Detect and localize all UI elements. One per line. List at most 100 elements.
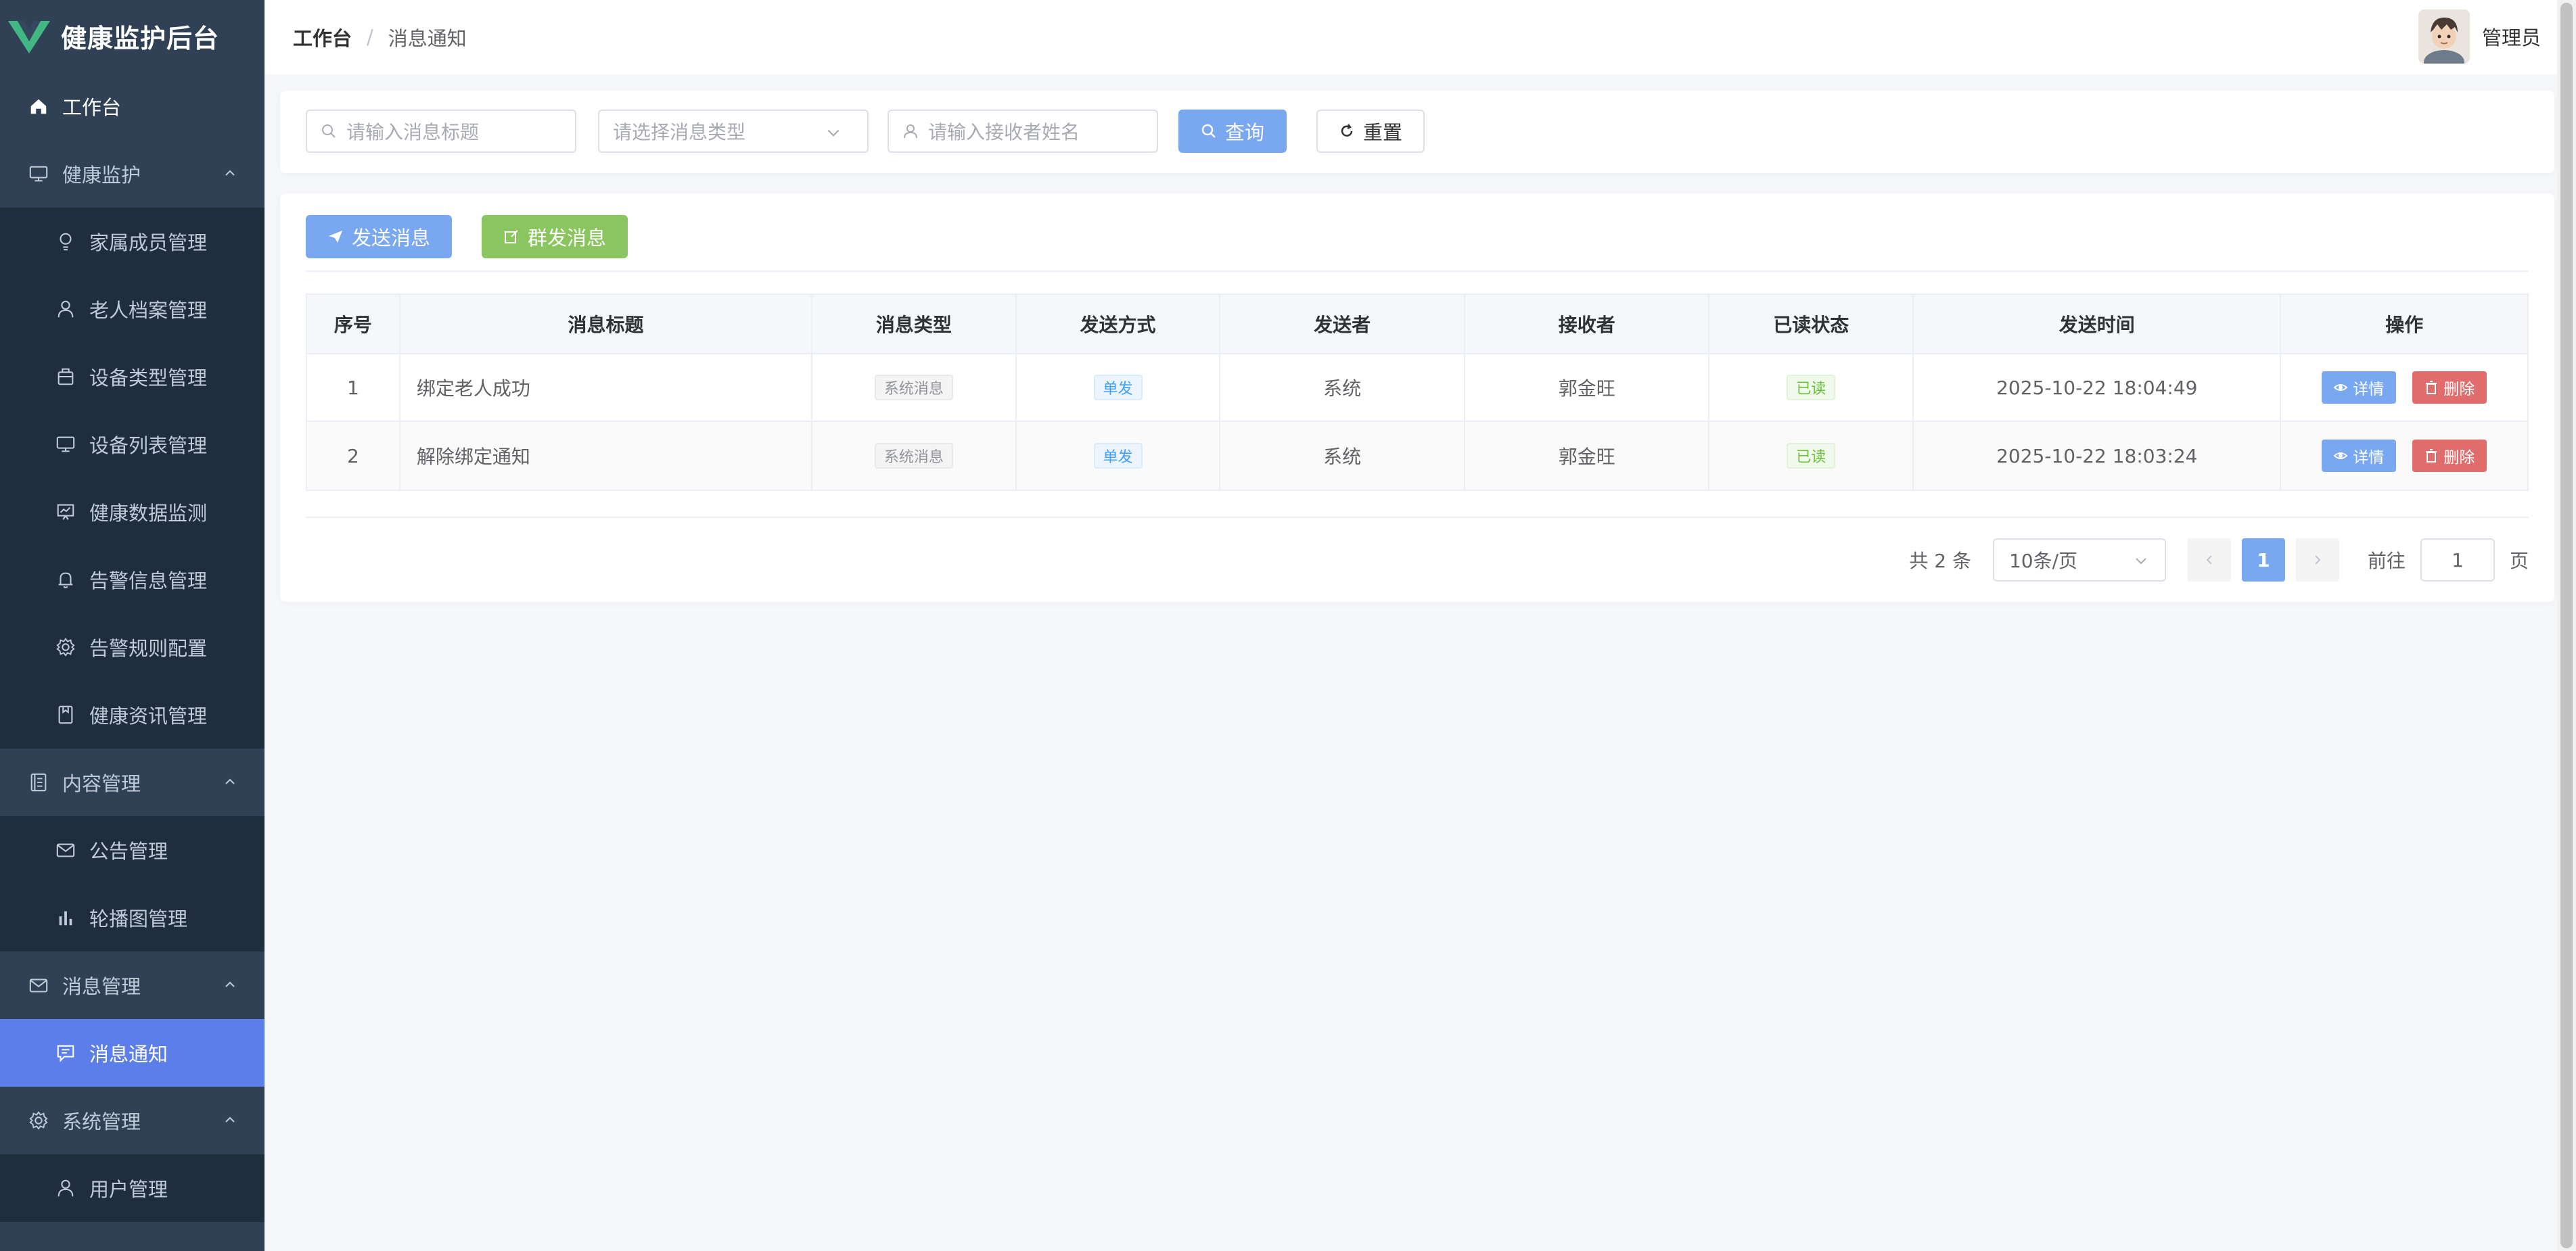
title-search-input[interactable]: 请输入消息标题 (306, 110, 576, 153)
delete-button[interactable]: 删除 (2412, 440, 2487, 472)
message-table: 序号 消息标题 消息类型 发送方式 发送者 接收者 已读状态 发送时间 操作 1… (306, 293, 2529, 491)
avatar[interactable] (2418, 9, 2470, 64)
sidebar-item-4[interactable]: 设备类型管理 (0, 343, 264, 410)
pagination-total: 共 2 条 (1909, 550, 1971, 572)
column-header: 发送者 (1220, 295, 1465, 353)
column-header: 消息类型 (812, 295, 1017, 353)
receiver-search-input[interactable]: 请输入接收者姓名 (888, 110, 1158, 153)
sidebar-item-label: 内容管理 (62, 772, 141, 795)
logo: 健康监护后台 (0, 0, 264, 72)
sidebar-item-15[interactable]: 系统管理 (0, 1087, 264, 1154)
sidebar-item-1[interactable]: 健康监护 (0, 140, 264, 208)
user-menu[interactable]: 管理员 (2418, 9, 2541, 64)
sidebar-item-label: 轮播图管理 (89, 907, 188, 930)
scrollbar-thumb[interactable] (2560, 3, 2573, 1248)
pagination: 共 2 条 10条/页 1 前往 1 页 (1909, 538, 2529, 582)
sidebar-item-14[interactable]: 消息通知 (0, 1019, 264, 1087)
breadcrumb-home[interactable]: 工作台 (293, 23, 352, 51)
sidebar-item-label: 老人档案管理 (89, 299, 208, 322)
query-button[interactable]: 查询 (1178, 110, 1287, 153)
sidebar-item-3[interactable]: 老人档案管理 (0, 275, 264, 343)
refresh-icon (1341, 124, 1353, 137)
detail-button[interactable]: 详情 (2322, 371, 2397, 404)
cell-receiver: 郭金旺 (1465, 354, 1710, 421)
sidebar-item-8[interactable]: 告警规则配置 (0, 613, 264, 681)
sidebar-item-10[interactable]: 内容管理 (0, 749, 264, 816)
sidebar-item-label: 健康数据监测 (89, 502, 208, 525)
goto-page-input[interactable]: 1 (2420, 538, 2495, 582)
message-type-select[interactable]: 请选择消息类型 (598, 110, 869, 153)
search-icon (322, 124, 336, 138)
cell-type: 系统消息 (812, 354, 1017, 421)
column-header: 序号 (307, 295, 400, 353)
table-row[interactable]: 1 绑定老人成功 系统消息 单发 系统 郭金旺 已读 2025-10-22 18… (307, 354, 2527, 422)
title-search-placeholder: 请输入消息标题 (346, 121, 480, 143)
cell-actions: 详情 删除 (2281, 354, 2527, 421)
sidebar-item-label: 告警规则配置 (89, 637, 208, 660)
send-message-label: 发送消息 (351, 227, 430, 250)
sidebar-item-11[interactable]: 公告管理 (0, 816, 264, 884)
table-divider (306, 517, 2529, 518)
cell-read-status: 已读 (1709, 354, 1914, 421)
chevron-left-icon (2206, 555, 2212, 565)
message-list-panel: 发送消息 群发消息 序号 消息标题 消息类型 发送方式 发送者 接收者 已读状态… (280, 193, 2554, 602)
page-number-button[interactable]: 1 (2241, 538, 2285, 582)
sidebar-item-0[interactable]: 工作台 (0, 72, 264, 140)
column-header: 已读状态 (1709, 295, 1914, 353)
broadcast-message-label: 群发消息 (527, 227, 606, 250)
sidebar-item-label: 用户管理 (89, 1178, 168, 1201)
type-tag: 系统消息 (874, 375, 953, 400)
bell-icon (54, 568, 77, 591)
detail-button[interactable]: 详情 (2322, 440, 2397, 472)
search-panel: 请输入消息标题 请选择消息类型 请输入接收者姓名 查询 重置 (280, 91, 2554, 173)
sidebar-item-12[interactable]: 轮播图管理 (0, 884, 264, 951)
column-header: 消息标题 (400, 295, 813, 353)
sidebar-item-13[interactable]: 消息管理 (0, 951, 264, 1019)
sidebar-item-6[interactable]: 健康数据监测 (0, 478, 264, 546)
chevron-up-icon (225, 1116, 235, 1123)
next-page-button[interactable] (2295, 538, 2339, 582)
method-tag: 单发 (1093, 375, 1143, 400)
toolbar-divider (306, 270, 2529, 272)
query-label: 查询 (1224, 121, 1264, 144)
eye-icon (2334, 452, 2348, 459)
sidebar-menu: 工作台健康监护 家属成员管理老人档案管理 设备类型管理设备列表管理健康数据监测告警信… (0, 72, 264, 1222)
send-message-button[interactable]: 发送消息 (306, 215, 452, 258)
type-tag: 系统消息 (874, 443, 953, 469)
sidebar-item-label: 设备类型管理 (89, 367, 208, 390)
sidebar-item-5[interactable]: 设备列表管理 (0, 410, 264, 478)
breadcrumb-current: 消息通知 (388, 27, 467, 50)
monitor-icon (54, 433, 77, 456)
cell-actions: 详情 删除 (2281, 422, 2527, 490)
table-row[interactable]: 2 解除绑定通知 系统消息 单发 系统 郭金旺 已读 2025-10-22 18… (307, 422, 2527, 490)
sidebar-item-7[interactable]: 告警信息管理 (0, 546, 264, 613)
reset-button[interactable]: 重置 (1316, 110, 1425, 153)
chevron-down-icon (827, 129, 840, 137)
sidebar-item-label: 系统管理 (62, 1110, 141, 1133)
cell-index: 1 (307, 354, 400, 421)
chevron-right-icon (2315, 555, 2321, 565)
delete-button[interactable]: 删除 (2412, 371, 2487, 404)
search-icon (1201, 124, 1216, 138)
sidebar-item-16[interactable]: 用户管理 (0, 1154, 264, 1222)
delete-label: 删除 (2443, 449, 2475, 467)
top-header: 工作台 / 消息通知 管理员 (264, 0, 2576, 74)
chevron-down-icon (2136, 558, 2146, 565)
cell-time: 2025-10-22 18:03:24 (1914, 422, 2282, 490)
sidebar-item-label: 工作台 (62, 96, 122, 119)
page-size-select[interactable]: 10条/页 (1992, 538, 2166, 582)
sidebar-item-9[interactable]: 健康资讯管理 (0, 681, 264, 749)
page-size-value: 10条/页 (2008, 550, 2078, 572)
column-header: 发送方式 (1017, 295, 1221, 353)
cell-time: 2025-10-22 18:04:49 (1914, 354, 2282, 421)
page-scrollbar[interactable] (2557, 0, 2576, 1251)
user-name[interactable]: 管理员 (2482, 22, 2541, 51)
broadcast-message-button[interactable]: 群发消息 (482, 215, 628, 258)
prev-page-button[interactable] (2187, 538, 2231, 582)
cell-index: 2 (307, 422, 400, 490)
table-header-row: 序号 消息标题 消息类型 发送方式 发送者 接收者 已读状态 发送时间 操作 (307, 295, 2527, 354)
sidebar-item-2[interactable]: 家属成员管理 (0, 208, 264, 275)
read-status-tag: 已读 (1787, 443, 1836, 469)
mail-icon (54, 839, 77, 861)
read-status-tag: 已读 (1787, 375, 1836, 400)
